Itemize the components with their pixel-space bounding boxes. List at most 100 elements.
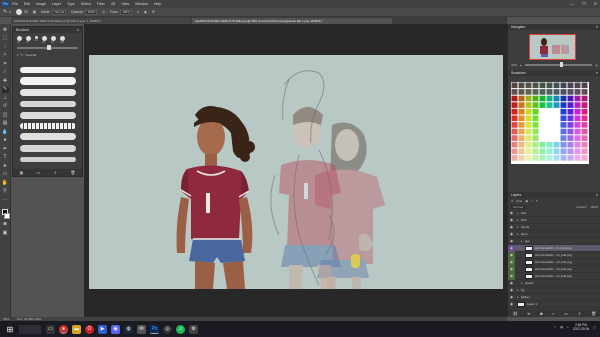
new-brush-icon[interactable]: ＋ xyxy=(53,170,57,176)
color-swatch[interactable] xyxy=(581,141,588,148)
color-swatch[interactable] xyxy=(532,102,539,108)
color-swatch[interactable] xyxy=(525,141,532,148)
color-swatch[interactable] xyxy=(518,95,525,102)
brush-stroke-preview[interactable] xyxy=(20,145,76,152)
color-swatch[interactable] xyxy=(539,128,546,135)
mode-select[interactable]: Normal xyxy=(52,9,67,15)
color-swatch[interactable] xyxy=(539,122,546,128)
color-swatch[interactable] xyxy=(567,128,574,135)
layer-name[interactable]: armin/mesh/m...cit_bod.png xyxy=(535,274,572,278)
color-swatch[interactable] xyxy=(539,135,546,141)
menu-help[interactable]: Help xyxy=(154,2,161,6)
color-swatch[interactable] xyxy=(553,148,560,155)
layer-name[interactable]: armin/mesh/m...cit_bod.png xyxy=(535,267,572,271)
color-swatch[interactable] xyxy=(581,108,588,115)
lasso-tool-icon[interactable]: ◌ xyxy=(2,44,9,50)
color-swatch[interactable] xyxy=(539,155,546,161)
color-swatch[interactable] xyxy=(581,128,588,135)
flow-field[interactable]: 100% xyxy=(120,9,132,15)
color-swatch[interactable] xyxy=(525,122,532,128)
color-swatch[interactable] xyxy=(518,155,525,161)
taskbar-clock[interactable]: 2:56 PM 2022-09-06 xyxy=(573,323,589,331)
layer-name[interactable]: armin/mesh/m...cr_bod.png xyxy=(535,246,572,250)
color-swatch[interactable] xyxy=(518,135,525,141)
color-swatch[interactable] xyxy=(567,82,574,89)
color-swatch[interactable] xyxy=(560,135,567,141)
new-group-icon[interactable]: ▭ xyxy=(36,170,40,175)
layer-opacity-value[interactable]: 100% xyxy=(590,205,598,209)
eyedropper-tool-icon[interactable]: ⁄ xyxy=(2,70,9,76)
color-swatch[interactable] xyxy=(553,115,560,122)
volume-icon[interactable]: ◖ xyxy=(567,325,569,329)
brush-stroke-preview[interactable] xyxy=(20,89,76,96)
color-swatch[interactable] xyxy=(546,148,553,155)
color-swatch[interactable] xyxy=(532,128,539,135)
windows-start-icon[interactable]: ⊞ xyxy=(4,323,16,335)
color-swatch[interactable] xyxy=(539,89,546,95)
color-swatch[interactable] xyxy=(574,148,581,155)
color-swatch[interactable] xyxy=(546,122,553,128)
color-swatch[interactable] xyxy=(560,141,567,148)
color-swatch[interactable] xyxy=(581,115,588,122)
menu-edit[interactable]: Edit xyxy=(24,2,30,6)
history-brush-tool-icon[interactable]: ↺ xyxy=(2,104,9,110)
menu-filter[interactable]: Filter xyxy=(97,2,105,6)
panel-menu-icon[interactable]: ≡ xyxy=(596,193,598,197)
hand-tool-icon[interactable]: ✋ xyxy=(2,180,9,186)
color-swatch[interactable] xyxy=(532,95,539,102)
menu-window[interactable]: Window xyxy=(135,2,148,6)
color-swatch[interactable] xyxy=(546,108,553,115)
color-swatch[interactable] xyxy=(532,155,539,161)
color-swatch[interactable] xyxy=(553,82,560,89)
color-swatch[interactable] xyxy=(518,82,525,89)
layer-row[interactable]: ◉ ▸ gun xyxy=(508,238,600,245)
color-swatch[interactable] xyxy=(518,102,525,108)
color-swatch[interactable] xyxy=(560,155,567,161)
layer-name[interactable]: bg xyxy=(521,288,524,292)
gradient-tool-icon[interactable]: ▤ xyxy=(2,121,9,127)
layer-row[interactable]: ◉ ▸ skin xyxy=(508,210,600,217)
color-swatch[interactable] xyxy=(511,155,518,161)
zoom-slider-knob[interactable] xyxy=(559,62,563,67)
quick-select-tool-icon[interactable]: ✧ xyxy=(2,53,9,59)
color-swatch[interactable] xyxy=(525,89,532,95)
color-swatch[interactable] xyxy=(532,89,539,95)
layer-name[interactable]: lighten xyxy=(521,295,530,299)
zoom-slider[interactable] xyxy=(524,62,593,67)
color-swatch[interactable] xyxy=(539,82,546,89)
color-swatch[interactable] xyxy=(567,148,574,155)
visibility-eye-icon[interactable]: ◉ xyxy=(508,218,515,222)
layer-name[interactable]: shorts xyxy=(521,225,529,229)
layer-row[interactable]: ◉ ▸ lighten xyxy=(508,294,600,301)
color-swatch[interactable] xyxy=(525,148,532,155)
color-swatch[interactable] xyxy=(525,115,532,122)
dodge-tool-icon[interactable]: ● xyxy=(2,138,9,144)
color-swatch[interactable] xyxy=(567,135,574,141)
new-layer-icon[interactable]: ＋ xyxy=(578,311,582,317)
screen-mode-icon[interactable]: ▣ xyxy=(2,230,9,236)
color-swatch[interactable] xyxy=(546,155,553,161)
more-tools-icon[interactable]: ⋯ xyxy=(2,197,9,203)
color-swatch[interactable] xyxy=(518,89,525,95)
color-swatch[interactable] xyxy=(532,115,539,122)
mail-icon[interactable]: ✉ xyxy=(137,324,146,334)
marquee-tool-icon[interactable]: ⬚ xyxy=(2,36,9,42)
layer-row[interactable]: ◉ armin/mesh/m...cr_bod.png xyxy=(508,245,600,252)
color-swatch[interactable] xyxy=(532,82,539,89)
color-swatch[interactable] xyxy=(518,122,525,128)
visibility-eye-icon[interactable]: ◉ xyxy=(508,281,515,285)
layer-row[interactable]: ◉ ▸ bg xyxy=(508,287,600,294)
layer-name[interactable]: arms xyxy=(521,232,528,236)
brush-stroke-preview[interactable] xyxy=(20,123,76,129)
airbrush-icon[interactable]: ⌖ xyxy=(137,10,139,14)
color-swatch[interactable] xyxy=(539,108,546,115)
color-swatch[interactable] xyxy=(546,128,553,135)
new-group-icon[interactable]: ▭ xyxy=(564,311,568,316)
brush-tool-preset[interactable]: ✎ ▾ xyxy=(3,9,11,15)
color-swatch[interactable] xyxy=(546,141,553,148)
notifications-icon[interactable]: ▢ xyxy=(593,325,596,329)
color-swatch[interactable] xyxy=(511,95,518,102)
color-swatch[interactable] xyxy=(560,82,567,89)
spotify-icon[interactable]: ♫ xyxy=(176,324,185,334)
color-swatch[interactable] xyxy=(525,95,532,102)
